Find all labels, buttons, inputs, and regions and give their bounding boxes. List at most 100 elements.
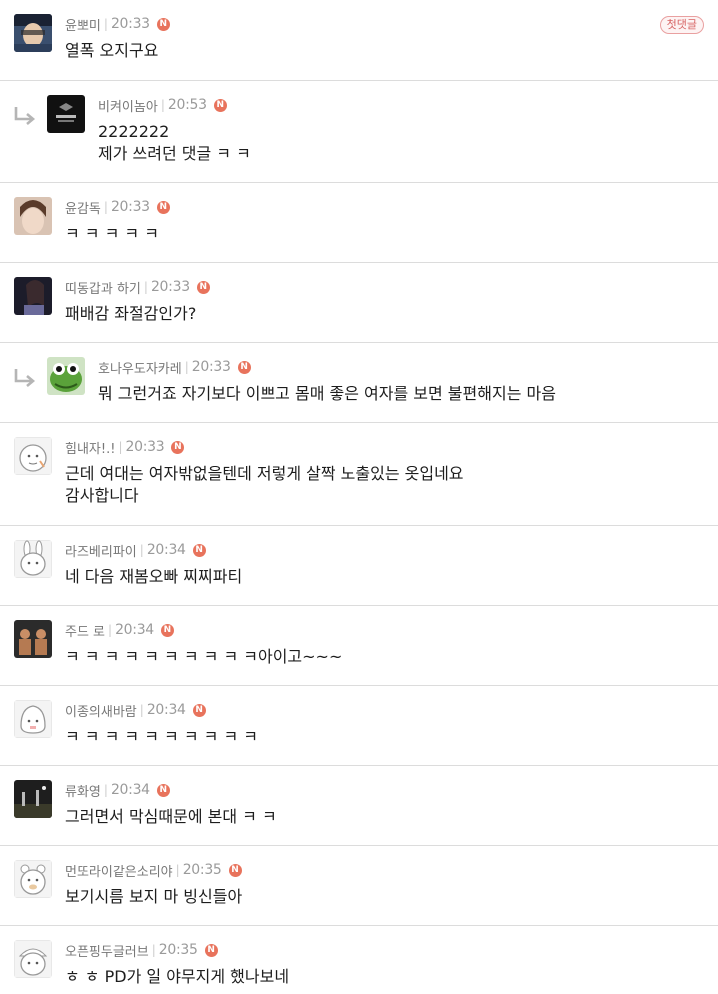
new-badge-icon: N (192, 543, 206, 557)
author-name[interactable]: 류화영 (65, 781, 101, 800)
avatar[interactable] (14, 437, 52, 475)
meta-separator: | (184, 360, 189, 374)
meta-separator: | (103, 17, 108, 31)
comment-item: 먼또라이같은소리야 | 20:35 N 보기시름 보지 마 빙신들아 (0, 846, 718, 926)
comment-meta: 라즈베리파이 | 20:34 N (65, 541, 206, 560)
author-name[interactable]: 이종의새바람 (65, 701, 137, 720)
comment-time: 20:35 (158, 942, 198, 958)
comment-reply-item: 호나우도자카레 | 20:33 N 뭐 그런거죠 자기보다 이쁘고 몸매 좋은 … (0, 343, 718, 423)
comment-time: 20:34 (146, 702, 186, 718)
author-name[interactable]: 오픈핑두글러브 (65, 941, 149, 960)
avatar[interactable] (14, 197, 52, 235)
comment-text: 근데 여대는 여자밖없을텐데 저렇게 살짝 노출있는 옷입네요 감사합니다 (65, 464, 464, 505)
comment-time: 20:34 (110, 782, 150, 798)
meta-separator: | (108, 623, 113, 637)
comment-text: 2222222 제가 쓰려던 댓글 ㅋ ㅋ (98, 122, 251, 163)
comment-meta: 띠동갑과 하기 | 20:33 N (65, 278, 210, 297)
avatar[interactable] (14, 860, 52, 898)
comment-text: 패배감 좌절감인가? (65, 304, 197, 323)
new-badge-icon: N (160, 623, 174, 637)
new-badge-icon: N (192, 703, 206, 717)
comment-time: 20:53 (167, 97, 207, 113)
new-badge-icon: N (196, 280, 210, 294)
comment-text: 열폭 오지구요 (65, 41, 159, 60)
comment-text: ㅎ ㅎ PD가 일 야무지게 했나보네 (65, 967, 290, 986)
comment-time: 20:33 (110, 199, 150, 215)
comment-list: 윤뽀미 | 20:33 N 첫댓글 열폭 오지구요 비켜이놈아 | 20:53 … (0, 0, 718, 994)
new-badge-icon: N (237, 360, 251, 374)
comment-time: 20:33 (191, 359, 231, 375)
comment-item: 오픈핑두글러브 | 20:35 N ㅎ ㅎ PD가 일 야무지게 했나보네 (0, 926, 718, 994)
comment-meta: 이종의새바람 | 20:34 N (65, 701, 206, 720)
comment-time: 20:33 (125, 439, 165, 455)
reply-arrow-icon (14, 107, 36, 125)
meta-separator: | (151, 943, 156, 957)
comment-item: 라즈베리파이 | 20:34 N 네 다음 재봄오빠 찌찌파티 (0, 526, 718, 606)
comment-item: 윤뽀미 | 20:33 N 첫댓글 열폭 오지구요 (0, 0, 718, 81)
author-name[interactable]: 띠동갑과 하기 (65, 278, 141, 297)
avatar[interactable] (47, 95, 85, 133)
comment-item: 주드 로 | 20:34 N ㅋ ㅋ ㅋ ㅋ ㅋ ㅋ ㅋ ㅋ ㅋ ㅋ아이고~~~ (0, 606, 718, 686)
author-name[interactable]: 윤뽀미 (65, 15, 101, 34)
meta-separator: | (118, 440, 123, 454)
comment-time: 20:33 (110, 16, 150, 32)
avatar[interactable] (14, 540, 52, 578)
new-badge-icon: N (213, 98, 227, 112)
meta-separator: | (160, 98, 165, 112)
meta-separator: | (103, 783, 108, 797)
avatar[interactable] (14, 700, 52, 738)
comment-time: 20:34 (146, 542, 186, 558)
comment-text: 그러면서 막심때문에 본대 ㅋ ㅋ (65, 807, 277, 826)
author-name[interactable]: 비켜이놈아 (98, 96, 158, 115)
comment-text: ㅋ ㅋ ㅋ ㅋ ㅋ (65, 224, 159, 243)
meta-separator: | (139, 703, 144, 717)
comment-meta: 주드 로 | 20:34 N (65, 621, 174, 640)
comment-item: 힘내자!.! | 20:33 N 근데 여대는 여자밖없을텐데 저렇게 살짝 노… (0, 423, 718, 526)
new-badge-icon: N (156, 200, 170, 214)
reply-arrow-icon (14, 369, 36, 387)
meta-separator: | (139, 543, 144, 557)
comment-item: 윤감독 | 20:33 N ㅋ ㅋ ㅋ ㅋ ㅋ (0, 183, 718, 263)
comment-item: 이종의새바람 | 20:34 N ㅋ ㅋ ㅋ ㅋ ㅋ ㅋ ㅋ ㅋ ㅋ ㅋ (0, 686, 718, 766)
meta-separator: | (143, 280, 148, 294)
comment-meta: 윤뽀미 | 20:33 N (65, 15, 170, 34)
author-name[interactable]: 주드 로 (65, 621, 105, 640)
author-name[interactable]: 먼또라이같은소리야 (65, 861, 173, 880)
comment-reply-item: 비켜이놈아 | 20:53 N 2222222 제가 쓰려던 댓글 ㅋ ㅋ (0, 81, 718, 183)
avatar[interactable] (14, 14, 52, 52)
author-name[interactable]: 호나우도자카레 (98, 358, 182, 377)
comment-time: 20:34 (115, 622, 154, 638)
author-name[interactable]: 윤감독 (65, 198, 101, 217)
new-badge-icon: N (228, 863, 242, 877)
comment-text: ㅋ ㅋ ㅋ ㅋ ㅋ ㅋ ㅋ ㅋ ㅋ ㅋ아이고~~~ (65, 647, 343, 666)
avatar[interactable] (14, 940, 52, 978)
new-badge-icon: N (156, 783, 170, 797)
comment-meta: 오픈핑두글러브 | 20:35 N (65, 941, 218, 960)
comment-meta: 윤감독 | 20:33 N (65, 198, 170, 217)
comment-time: 20:33 (150, 279, 190, 295)
author-name[interactable]: 힘내자!.! (65, 438, 115, 457)
comment-text: 보기시름 보지 마 빙신들아 (65, 887, 243, 906)
avatar[interactable] (14, 780, 52, 818)
comment-meta: 비켜이놈아 | 20:53 N (98, 96, 227, 115)
comment-text: 네 다음 재봄오빠 찌찌파티 (65, 567, 243, 586)
avatar[interactable] (14, 620, 52, 658)
comment-meta: 힘내자!.! | 20:33 N (65, 438, 185, 457)
meta-separator: | (175, 863, 180, 877)
comment-text: ㅋ ㅋ ㅋ ㅋ ㅋ ㅋ ㅋ ㅋ ㅋ ㅋ (65, 727, 258, 746)
comment-meta: 호나우도자카레 | 20:33 N (98, 358, 251, 377)
avatar[interactable] (47, 357, 85, 395)
comment-meta: 류화영 | 20:34 N (65, 781, 170, 800)
comment-item: 띠동갑과 하기 | 20:33 N 패배감 좌절감인가? (0, 263, 718, 343)
meta-separator: | (103, 200, 108, 214)
new-badge-icon: N (204, 943, 218, 957)
new-badge-icon: N (156, 17, 170, 31)
comment-item: 류화영 | 20:34 N 그러면서 막심때문에 본대 ㅋ ㅋ (0, 766, 718, 846)
comment-meta: 먼또라이같은소리야 | 20:35 N (65, 861, 242, 880)
author-name[interactable]: 라즈베리파이 (65, 541, 137, 560)
first-comment-badge: 첫댓글 (659, 16, 704, 34)
avatar[interactable] (14, 277, 52, 315)
new-badge-icon: N (171, 440, 185, 454)
comment-time: 20:35 (182, 862, 222, 878)
comment-text: 뭐 그런거죠 자기보다 이쁘고 몸매 좋은 여자를 보면 불편해지는 마음 (98, 384, 556, 403)
